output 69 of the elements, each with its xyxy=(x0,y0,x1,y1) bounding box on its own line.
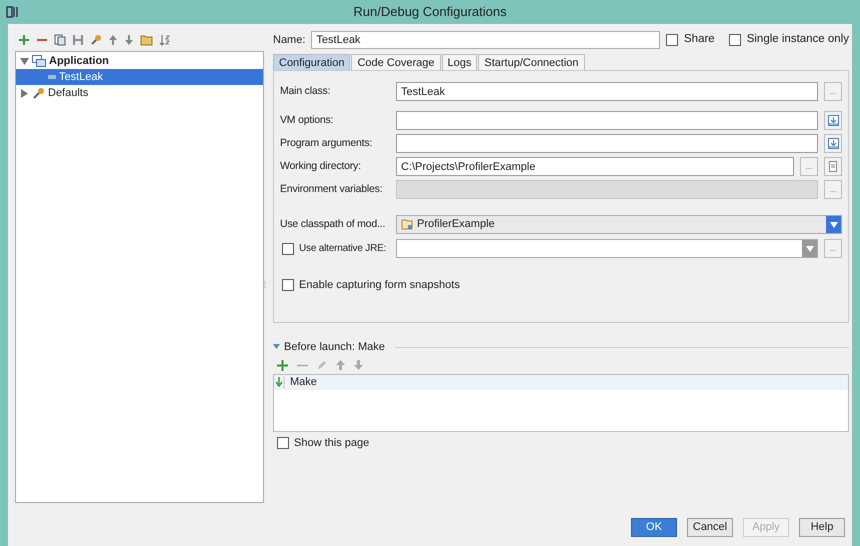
app-icon xyxy=(6,5,20,19)
build-icon xyxy=(276,377,287,388)
add-icon[interactable] xyxy=(277,360,288,370)
name-field[interactable]: TestLeak xyxy=(311,31,660,49)
tab[interactable]: Code Coverage xyxy=(351,54,440,70)
dropdown-arrow-icon xyxy=(806,246,814,252)
arrow-up-icon[interactable] xyxy=(108,34,118,46)
arrow-down-icon[interactable] xyxy=(124,34,134,46)
section-title[interactable]: Before launch: Make xyxy=(284,338,385,356)
expanded-triangle-icon[interactable] xyxy=(20,56,29,66)
expand-button[interactable] xyxy=(824,134,842,153)
tab[interactable]: Configuration xyxy=(273,54,350,70)
tab[interactable]: Logs xyxy=(442,54,478,70)
collapse-triangle-icon[interactable] xyxy=(273,344,280,350)
checkbox[interactable] xyxy=(282,279,294,291)
dialog-button[interactable]: Help xyxy=(799,518,845,537)
field-label: VM options: xyxy=(280,112,334,128)
tree-item[interactable]: TestLeak xyxy=(16,69,263,85)
add-icon[interactable] xyxy=(18,34,30,46)
dropdown[interactable] xyxy=(396,239,818,258)
dropdown[interactable]: ProfilerExample xyxy=(396,215,842,234)
checkbox-label: Show this page xyxy=(294,436,370,451)
window-icon xyxy=(32,55,46,67)
task-item[interactable]: Make xyxy=(274,375,848,390)
collapsed-triangle-icon[interactable] xyxy=(20,88,29,98)
checkbox[interactable] xyxy=(728,34,741,46)
wrench-icon xyxy=(32,87,45,99)
checkbox-label: Use alternative JRE: xyxy=(299,242,386,256)
tree-item[interactable]: Application xyxy=(16,53,263,69)
tab[interactable]: Startup/Connection xyxy=(478,54,585,70)
wrench-icon[interactable] xyxy=(90,34,102,46)
text-field[interactable] xyxy=(396,111,818,130)
dropdown-arrow-icon xyxy=(830,222,838,228)
sort-icon[interactable] xyxy=(159,34,171,46)
folder-icon xyxy=(401,219,413,230)
text-field[interactable]: TestLeak xyxy=(396,82,818,101)
dialog-button[interactable]: Cancel xyxy=(687,518,733,537)
field-label: Working directory: xyxy=(280,158,362,174)
splitter-handle-icon[interactable] xyxy=(264,281,267,289)
text-field[interactable] xyxy=(396,134,818,153)
dialog-button[interactable]: OK xyxy=(631,518,677,537)
window-title: Run/Debug Configurations xyxy=(353,3,507,22)
checkbox[interactable] xyxy=(666,34,678,46)
field-label: Environment variables: xyxy=(280,182,384,197)
field-label: Main class: xyxy=(280,84,332,99)
browse-button[interactable]: ... xyxy=(824,239,842,258)
arrow-up-icon[interactable] xyxy=(336,360,345,370)
document-icon xyxy=(829,161,837,172)
tree-item[interactable]: Defaults xyxy=(16,85,263,101)
text-field[interactable]: C:\Projects\ProfilerExample xyxy=(396,157,794,176)
field-label: Program arguments: xyxy=(280,136,374,151)
expand-field-icon xyxy=(828,138,838,149)
folder-icon[interactable] xyxy=(140,34,153,46)
browse-button[interactable]: ... xyxy=(824,82,842,101)
expand-button[interactable] xyxy=(824,111,842,130)
checkbox-label: Enable capturing form snapshots xyxy=(299,278,460,293)
checkbox[interactable] xyxy=(277,437,289,449)
copy-icon[interactable] xyxy=(54,34,66,46)
browse-button[interactable]: ... xyxy=(800,157,818,176)
checkbox-label: Single instance only xyxy=(746,32,849,48)
name-label: Name: xyxy=(273,32,306,48)
checkbox-label: Share xyxy=(684,32,715,48)
config-icon xyxy=(48,74,56,80)
macro-button[interactable] xyxy=(824,157,842,176)
checkbox[interactable] xyxy=(282,242,294,254)
dropdown-value: ProfilerExample xyxy=(417,217,495,232)
expand-field-icon xyxy=(828,115,838,126)
arrow-down-icon[interactable] xyxy=(354,360,363,370)
field-label: Use classpath of mod... xyxy=(280,216,386,232)
